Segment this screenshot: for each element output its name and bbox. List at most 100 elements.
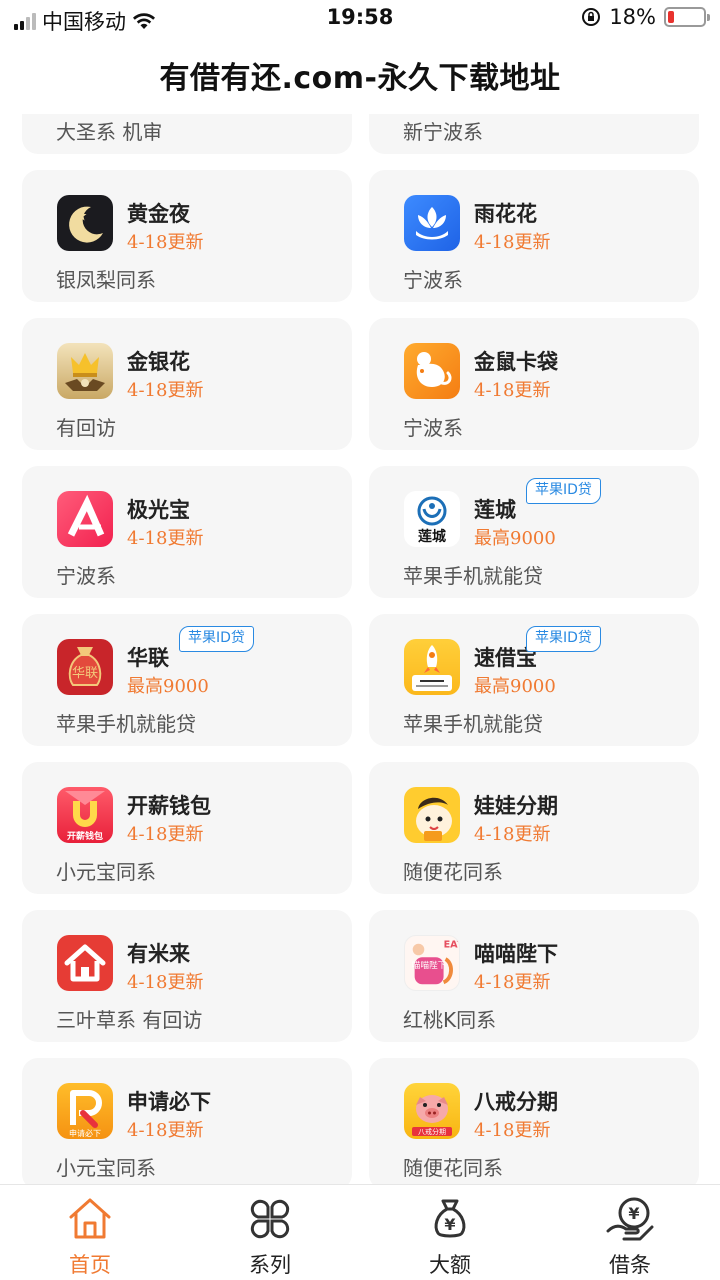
- r-logo-icon: 申请必下: [57, 1083, 113, 1139]
- partial-card[interactable]: 新宁波系: [369, 114, 699, 154]
- app-subtitle: 4-18更新: [127, 380, 204, 401]
- app-subtitle: 最高9000: [127, 676, 209, 697]
- app-desc: 宁波系: [56, 564, 116, 588]
- app-subtitle: 4-18更新: [127, 972, 204, 993]
- tab-large-amount[interactable]: ¥ 大额: [360, 1185, 540, 1280]
- card-desc: 大圣系 机审: [56, 120, 163, 144]
- app-name: 雨花花: [474, 202, 537, 226]
- app-desc: 银凤梨同系: [56, 268, 156, 292]
- money-bag-icon: 华联: [57, 639, 113, 695]
- app-card[interactable]: 黄金夜 4-18更新 银凤梨同系: [22, 170, 352, 302]
- tab-label: 借条: [609, 1253, 651, 1277]
- app-card[interactable]: 速借宝 苹果ID贷 最高9000 苹果手机就能贷: [369, 614, 699, 746]
- lotus-icon: [404, 195, 460, 251]
- moon-star-icon: [57, 195, 113, 251]
- aurora-a-icon: [57, 491, 113, 547]
- app-card[interactable]: 开薪钱包 开薪钱包 4-18更新 小元宝同系: [22, 762, 352, 894]
- tab-series[interactable]: 系列: [180, 1185, 360, 1280]
- pig-icon: 八戒分期: [404, 1083, 460, 1139]
- app-desc: 小元宝同系: [56, 1156, 156, 1180]
- apple-id-loan-tag: 苹果ID贷: [179, 626, 254, 652]
- tab-bar: 首页 系列 ¥ 大额 ¥ 借条: [0, 1184, 720, 1280]
- rocket-icon: [404, 639, 460, 695]
- app-card[interactable]: 娃娃分期 4-18更新 随便花同系: [369, 762, 699, 894]
- app-name: 莲城: [474, 498, 516, 522]
- tab-label: 大额: [429, 1253, 471, 1277]
- icon-text: 开薪钱包: [67, 830, 103, 842]
- app-desc: 有回访: [56, 416, 116, 440]
- tab-label: 系列: [249, 1253, 291, 1277]
- battery-icon: [664, 7, 710, 27]
- mouse-icon: [404, 343, 460, 399]
- cat-icon: EAT 喵喵陛下: [404, 935, 460, 991]
- app-name: 开薪钱包: [127, 794, 211, 818]
- app-name: 喵喵陛下: [474, 942, 558, 966]
- page-title: 有借有还.com-永久下载地址: [159, 61, 561, 96]
- app-subtitle: 4-18更新: [474, 232, 551, 253]
- app-subtitle: 4-18更新: [474, 1120, 551, 1141]
- app-subtitle: 4-18更新: [474, 972, 551, 993]
- app-card[interactable]: 八戒分期 八戒分期 4-18更新 随便花同系: [369, 1058, 699, 1184]
- svg-text:¥: ¥: [444, 1215, 455, 1234]
- app-name: 华联: [127, 646, 169, 670]
- app-card[interactable]: 雨花花 4-18更新 宁波系: [369, 170, 699, 302]
- app-card[interactable]: 金鼠卡袋 4-18更新 宁波系: [369, 318, 699, 450]
- icon-text: 莲城: [418, 528, 446, 545]
- app-desc: 红桃K同系: [403, 1008, 497, 1032]
- tab-label: 首页: [69, 1253, 111, 1277]
- header: 有借有还.com-永久下载地址: [0, 36, 720, 114]
- app-list[interactable]: 大圣系 机审 新宁波系 黄金夜 4-18更新 银凤梨同系 雨花花 4-18更新 …: [0, 114, 720, 1184]
- app-card[interactable]: 金银花 4-18更新 有回访: [22, 318, 352, 450]
- app-name: 申请必下: [127, 1090, 211, 1114]
- app-subtitle: 4-18更新: [127, 232, 204, 253]
- app-name: 金鼠卡袋: [474, 350, 558, 374]
- home-icon: [69, 1198, 111, 1239]
- app-name: 娃娃分期: [474, 794, 558, 818]
- app-desc: 苹果手机就能贷: [403, 564, 543, 588]
- app-name: 有米来: [127, 942, 190, 966]
- u-wallet-icon: 开薪钱包: [57, 787, 113, 843]
- status-right: 18%: [581, 5, 710, 29]
- app-subtitle: 4-18更新: [127, 1120, 204, 1141]
- tab-home[interactable]: 首页: [0, 1185, 180, 1280]
- app-desc: 苹果手机就能贷: [56, 712, 196, 736]
- svg-text:¥: ¥: [628, 1204, 639, 1223]
- app-subtitle: 4-18更新: [127, 824, 204, 845]
- app-card[interactable]: 申请必下 申请必下 4-18更新 小元宝同系: [22, 1058, 352, 1184]
- house-icon: [57, 935, 113, 991]
- app-subtitle: 最高9000: [474, 676, 556, 697]
- svg-text:EAT: EAT: [444, 940, 459, 951]
- app-subtitle: 4-18更新: [474, 380, 551, 401]
- app-name: 极光宝: [127, 498, 190, 522]
- battery-level: [668, 11, 674, 23]
- icon-text: 八戒分期: [418, 1127, 446, 1136]
- app-card[interactable]: EAT 喵喵陛下 喵喵陛下 4-18更新 红桃K同系: [369, 910, 699, 1042]
- app-desc: 小元宝同系: [56, 860, 156, 884]
- app-desc: 宁波系: [403, 416, 463, 440]
- app-desc: 随便花同系: [403, 1156, 503, 1180]
- partial-card[interactable]: 大圣系 机审: [22, 114, 352, 154]
- app-subtitle: 4-18更新: [474, 824, 551, 845]
- partial-row: 大圣系 机审 新宁波系: [0, 114, 720, 156]
- app-card[interactable]: 华联 华联 苹果ID贷 最高9000 苹果手机就能贷: [22, 614, 352, 746]
- app-card[interactable]: 莲城 莲城 苹果ID贷 最高9000 苹果手机就能贷: [369, 466, 699, 598]
- app-name: 黄金夜: [127, 202, 190, 226]
- icon-text: 华联: [72, 666, 98, 681]
- app-desc: 苹果手机就能贷: [403, 712, 543, 736]
- app-card[interactable]: 极光宝 4-18更新 宁波系: [22, 466, 352, 598]
- crown-icon: [57, 343, 113, 399]
- orientation-lock-icon: [582, 8, 601, 26]
- liancheng-logo-icon: 莲城: [404, 491, 460, 547]
- app-desc: 随便花同系: [403, 860, 503, 884]
- money-bag-icon: ¥: [434, 1199, 466, 1238]
- tab-iou[interactable]: ¥ 借条: [540, 1185, 720, 1280]
- app-card[interactable]: 有米来 4-18更新 三叶草系 有回访: [22, 910, 352, 1042]
- icon-text: 申请必下: [69, 1128, 101, 1138]
- card-desc: 新宁波系: [403, 120, 483, 144]
- app-subtitle: 最高9000: [474, 528, 556, 549]
- grid-icon: [250, 1199, 290, 1239]
- app-desc: 宁波系: [403, 268, 463, 292]
- icon-text: 喵喵陛下: [412, 960, 447, 971]
- status-bar: 中国移动 19:58 18%: [0, 0, 720, 36]
- yen-hand-icon: ¥: [606, 1197, 654, 1241]
